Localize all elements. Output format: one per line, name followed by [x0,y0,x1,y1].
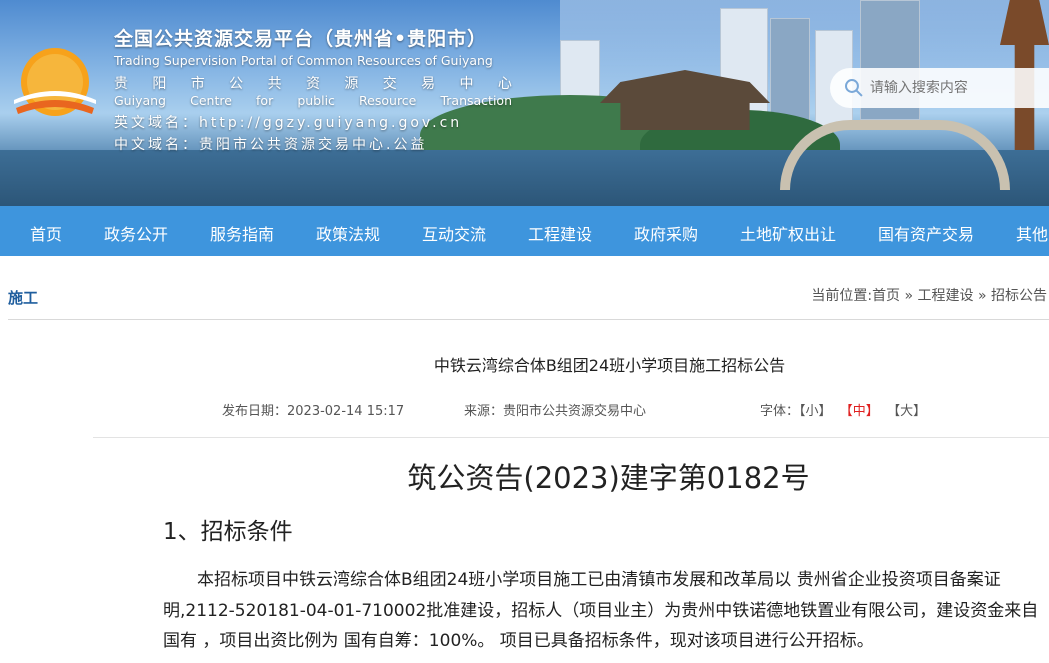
center-name-cn-char: 易 [421,76,436,92]
center-name-cn: 贵阳市公共资源交易中心 [114,73,512,93]
domain-cn: 中文域名：贵阳市公共资源交易中心.公益 [114,134,512,154]
source-label: 来源： [464,404,504,419]
center-name-cn-char: 贵 [114,76,128,92]
center-name-en-word: Guiyang [114,93,166,108]
nav-item-other[interactable]: 其他 [1016,221,1048,245]
font-small-button[interactable]: 【小】 [799,404,832,419]
section-header: 施工 当前位置:首页 » 工程建设 » 招标公告 [8,278,1049,320]
article-title: 中铁云湾综合体B组团24班小学项目施工招标公告 [433,356,786,375]
center-name-cn-char: 心 [497,76,512,92]
nav-item-government-affairs[interactable]: 政务公开 [104,221,168,245]
domain-cn-label: 中文域名： [114,137,199,153]
nav-item-interaction[interactable]: 互动交流 [422,221,486,245]
center-name-en-word: Resource [359,93,417,108]
portal-title-en: Trading Supervision Portal of Common Res… [114,53,493,68]
center-name-en: Guiyang Centre for public Resource Transactio… [114,93,512,108]
search-icon[interactable] [844,78,864,98]
center-name-cn-char: 公 [229,76,244,92]
font-medium-button[interactable]: 【中】 [840,404,879,419]
breadcrumb-bid-notice[interactable]: 招标公告 [991,288,1047,304]
header-banner: 全国公共资源交易平台（贵州省•贵阳市） Trading Supervision … [0,0,1049,206]
article-source: 来源：贵阳市公共资源交易中心 [464,400,646,419]
publish-date-label: 发布日期： [222,404,288,419]
section-title: 施工 [8,289,39,307]
center-name-cn-char: 源 [344,76,359,92]
nav-item-service-guide[interactable]: 服务指南 [210,221,274,245]
font-size-switcher: 字体：【小】 【中】 【大】 [760,400,926,419]
nav-item-home[interactable]: 首页 [30,221,62,245]
font-large-button[interactable]: 【大】 [887,404,926,419]
search-box[interactable] [830,68,1049,108]
font-size-label: 字体： [760,404,800,419]
publish-date-value: 2023-02-14 15:17 [287,404,405,419]
center-name-cn-char: 交 [382,76,397,92]
sunrise-logo-icon [14,48,96,116]
center-name-en-word: Centre [190,93,232,108]
breadcrumb-engineering[interactable]: 工程建设 [918,288,974,304]
portal-title: 全国公共资源交易平台（贵州省•贵阳市） [114,28,488,50]
nav-item-state-assets[interactable]: 国有资产交易 [878,221,974,245]
domain-en-value: http://ggzy.guiyang.gov.cn [199,115,463,131]
breadcrumb: 当前位置:首页 » 工程建设 » 招标公告 [811,285,1047,305]
domain-en: 英文域名：http://ggzy.guiyang.gov.cn [114,112,512,132]
main-nav: 首页 政务公开 服务指南 政策法规 互动交流 工程建设 政府采购 土地矿权出让 … [0,206,1049,256]
arch-bridge [780,120,1010,190]
search-input[interactable] [869,80,1049,96]
divider [93,437,1049,438]
center-name-cn-char: 共 [267,76,282,92]
center-name-en-word: for [256,93,274,108]
breadcrumb-home[interactable]: 首页 [872,288,900,304]
nav-item-land-mining[interactable]: 土地矿权出让 [740,221,836,245]
section-heading: 1、招标条件 [163,519,293,545]
center-name-cn-char: 资 [305,76,320,92]
header-titles: 全国公共资源交易平台（贵州省•贵阳市） Trading Supervision … [114,24,512,154]
center-name-en-word: Transaction [440,93,512,108]
breadcrumb-separator: » [973,288,991,304]
breadcrumb-separator: » [900,288,918,304]
nav-item-procurement[interactable]: 政府采购 [634,221,698,245]
domain-en-label: 英文域名： [114,115,199,131]
source-value: 贵阳市公共资源交易中心 [503,404,647,419]
article-paragraph: 本招标项目中铁云湾综合体B组团24班小学项目施工已由清镇市发展和改革局以 贵州省… [163,570,1039,651]
nav-item-engineering[interactable]: 工程建设 [528,221,592,245]
center-name-cn-char: 市 [190,76,205,92]
breadcrumb-prefix: 当前位置: [811,288,873,304]
document-number: 筑公资告(2023)建字第0182号 [407,461,810,495]
center-name-en-word: public [297,93,335,108]
nav-item-policies[interactable]: 政策法规 [316,221,380,245]
publish-date: 发布日期：2023-02-14 15:17 [222,400,404,419]
center-name-cn-char: 阳 [152,76,167,92]
domain-cn-value: 贵阳市公共资源交易中心.公益 [199,137,428,153]
center-name-cn-char: 中 [459,76,474,92]
